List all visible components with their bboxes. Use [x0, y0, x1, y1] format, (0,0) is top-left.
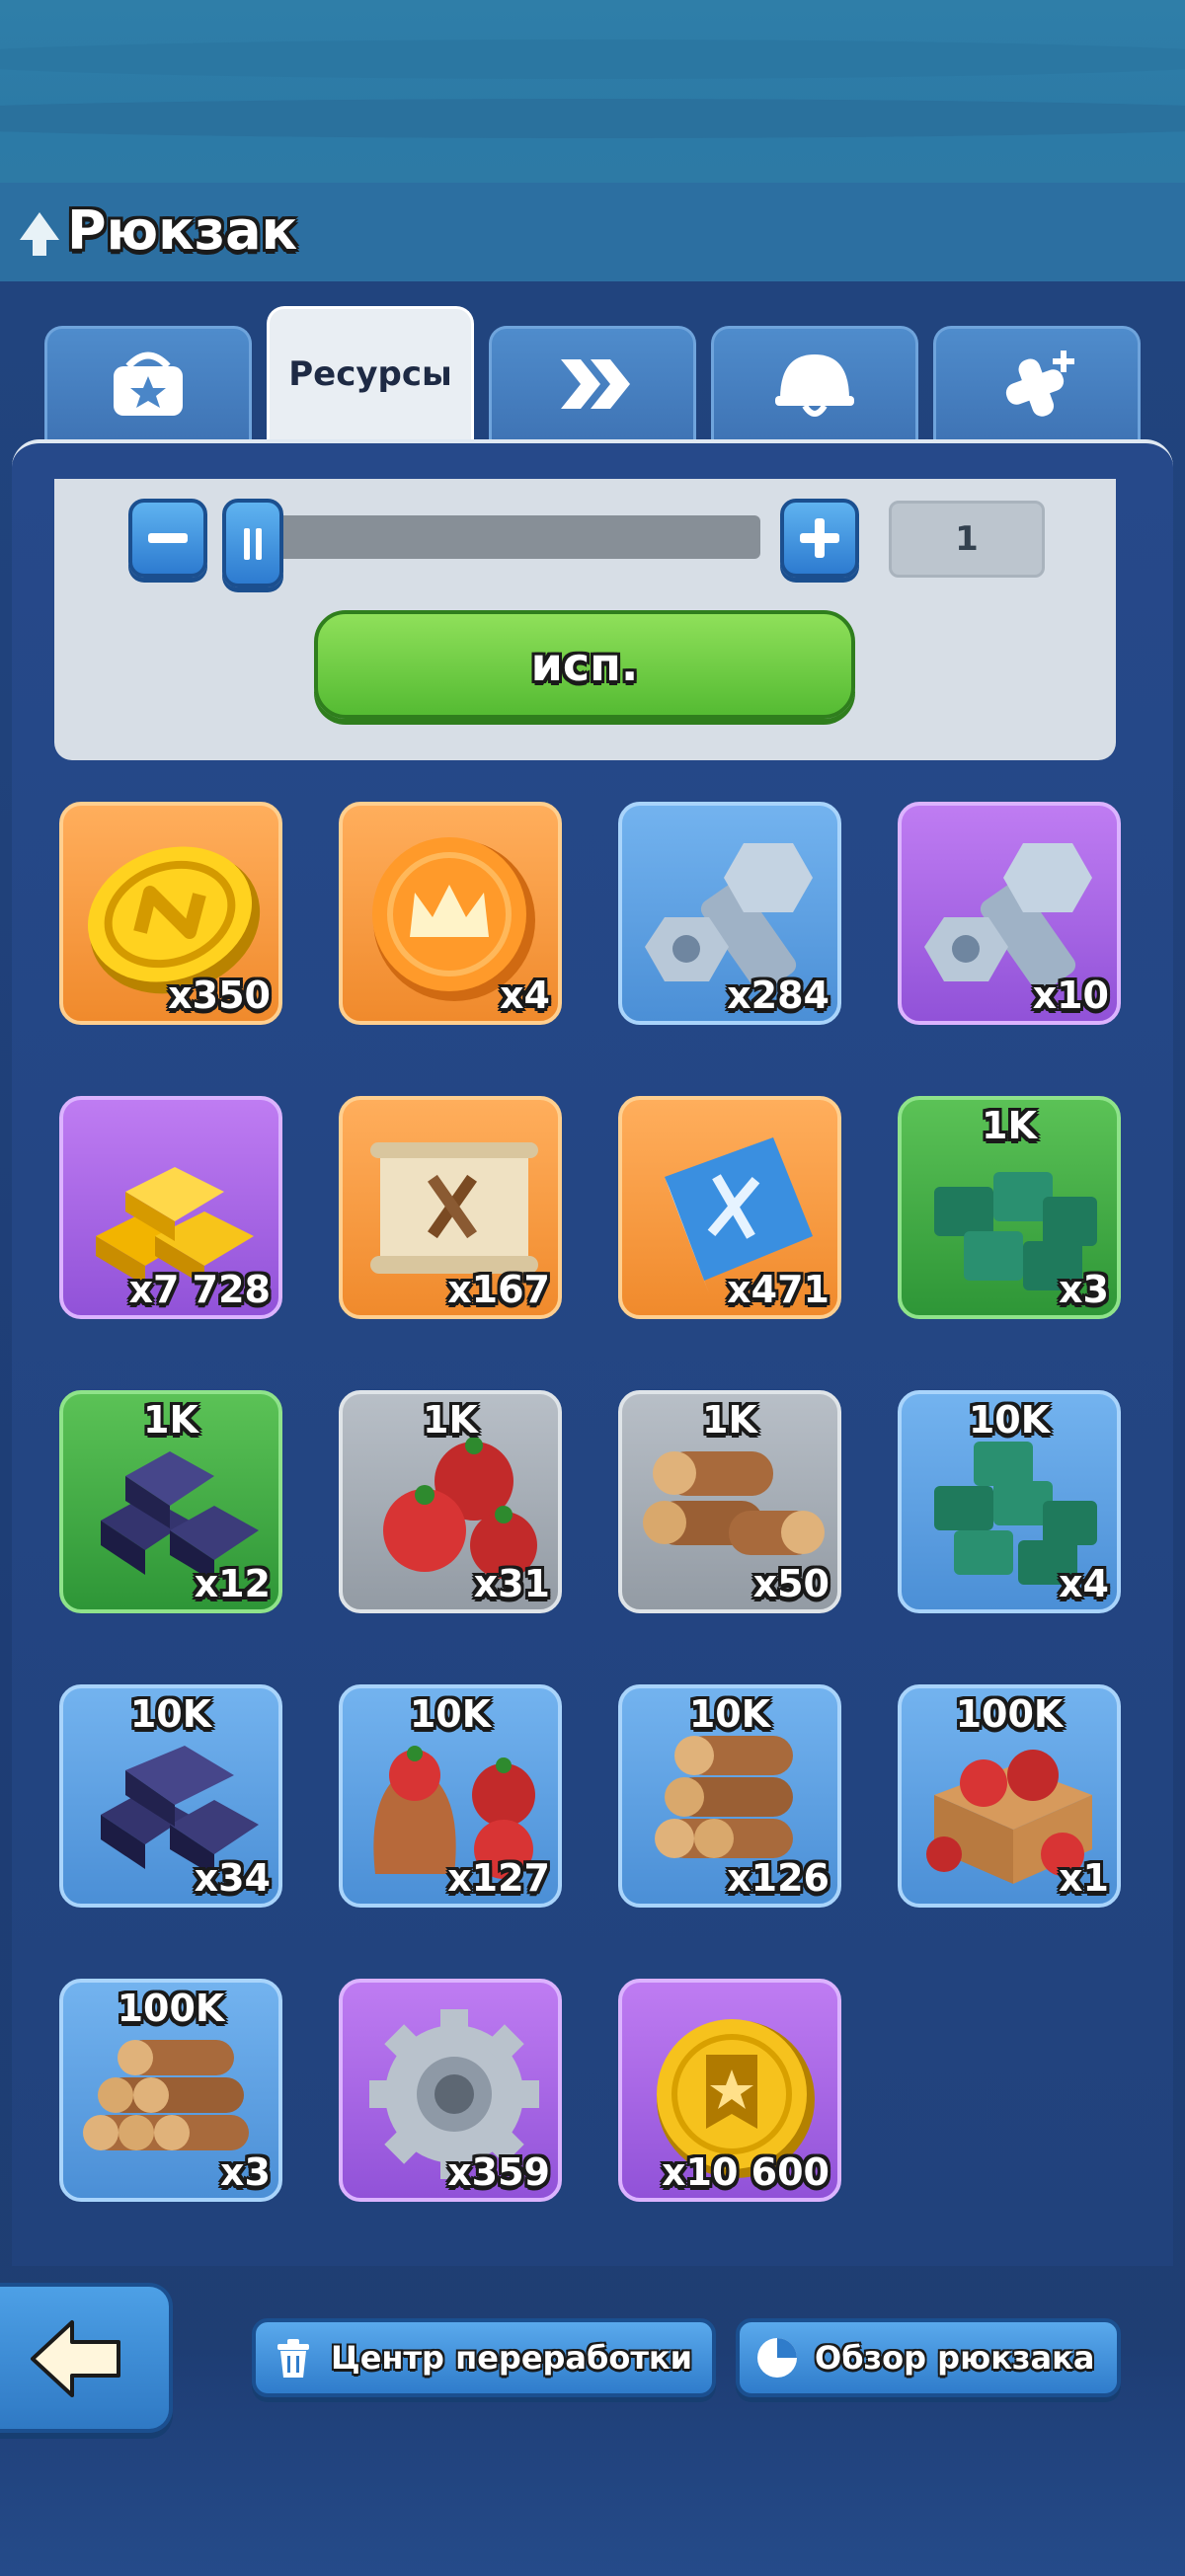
- item-iron-ingots-1k[interactable]: 1K x12: [59, 1390, 282, 1613]
- tab-resources-label: Ресурсы: [288, 354, 452, 394]
- item-tier: 10K: [688, 1692, 771, 1736]
- tab-backpack[interactable]: [44, 326, 252, 439]
- helmet-icon: [775, 354, 854, 417]
- increase-button[interactable]: [780, 499, 859, 578]
- item-count: x350: [168, 974, 271, 1017]
- item-gold-bars[interactable]: x7 728: [59, 1096, 282, 1319]
- item-crown-coin[interactable]: x4: [339, 802, 562, 1025]
- item-count: x50: [752, 1562, 830, 1605]
- item-food-1k[interactable]: 1K x31: [339, 1390, 562, 1613]
- recycle-center-label: Центр переработки: [331, 2339, 693, 2377]
- use-button[interactable]: исп.: [314, 610, 855, 719]
- item-iron-ingots-10k[interactable]: 10K x34: [59, 1684, 282, 1908]
- item-count: x1: [1059, 1856, 1109, 1900]
- back-arrow-icon: [31, 2320, 120, 2397]
- item-count: x10 600: [662, 2150, 830, 2194]
- item-count: x3: [220, 2150, 271, 2194]
- decrease-button[interactable]: [128, 499, 207, 578]
- quantity-slider-thumb[interactable]: [222, 499, 283, 587]
- double-chevron-icon: [561, 359, 630, 409]
- item-tier: 10K: [968, 1398, 1051, 1442]
- item-supply-crates-1k[interactable]: 1K x3: [898, 1096, 1121, 1319]
- item-count: x12: [194, 1562, 271, 1605]
- quantity-value: 1: [955, 519, 979, 559]
- top-sky: [0, 0, 1185, 183]
- item-tier: 1K: [143, 1398, 198, 1442]
- item-wood-10k[interactable]: 10K x126: [618, 1684, 841, 1908]
- item-count: x31: [473, 1562, 550, 1605]
- up-arrow-icon: [20, 212, 59, 256]
- item-count: x3: [1059, 1268, 1109, 1311]
- item-count: x4: [1059, 1562, 1109, 1605]
- item-wood-100k[interactable]: 100K x3: [59, 1979, 282, 2202]
- item-supply-crates-10k[interactable]: 10K x4: [898, 1390, 1121, 1613]
- item-tier: 10K: [129, 1692, 212, 1736]
- item-blueprint-scroll[interactable]: x167: [339, 1096, 562, 1319]
- item-count: x359: [447, 2150, 550, 2194]
- bag-star-icon: [114, 351, 183, 416]
- item-count: x10: [1032, 974, 1109, 1017]
- item-count: x7 728: [128, 1268, 271, 1311]
- item-tier: 10K: [409, 1692, 492, 1736]
- page-title: Рюкзак: [20, 195, 297, 265]
- item-blue-bolt-nut[interactable]: x284: [618, 802, 841, 1025]
- quantity-field[interactable]: 1: [889, 501, 1045, 578]
- bandage-plus-icon: [1005, 351, 1074, 417]
- page-title-text: Рюкзак: [67, 198, 298, 262]
- item-wood-1k[interactable]: 1K x50: [618, 1390, 841, 1613]
- item-food-box-100k[interactable]: 100K x1: [898, 1684, 1121, 1908]
- item-tier: 1K: [702, 1398, 757, 1442]
- item-count: x34: [194, 1856, 271, 1900]
- item-count: x127: [447, 1856, 550, 1900]
- item-skill-book[interactable]: x471: [618, 1096, 841, 1319]
- item-count: x284: [727, 974, 830, 1017]
- item-alliance-coin[interactable]: x350: [59, 802, 282, 1025]
- tab-speedups[interactable]: [489, 326, 696, 439]
- item-tier: 1K: [423, 1398, 478, 1442]
- item-tier: 100K: [117, 1987, 225, 2030]
- quantity-slider-track[interactable]: [259, 515, 760, 559]
- item-count: x471: [727, 1268, 830, 1311]
- item-count: x4: [500, 974, 550, 1017]
- use-button-label: исп.: [530, 638, 639, 691]
- item-tier: 100K: [955, 1692, 1064, 1736]
- item-count: x167: [447, 1268, 550, 1311]
- item-tier: 1K: [982, 1104, 1037, 1147]
- tab-boosts[interactable]: [933, 326, 1141, 439]
- back-button[interactable]: [0, 2283, 173, 2433]
- pie-chart-icon: [757, 2338, 797, 2378]
- tab-equipment[interactable]: [711, 326, 918, 439]
- item-food-sack-10k[interactable]: 10K x127: [339, 1684, 562, 1908]
- backpack-overview-button[interactable]: Обзор рюкзака: [736, 2318, 1121, 2397]
- item-gear[interactable]: x359: [339, 1979, 562, 2202]
- item-medal-coin[interactable]: x10 600: [618, 1979, 841, 2202]
- item-count: x126: [727, 1856, 830, 1900]
- backpack-overview-label: Обзор рюкзака: [815, 2339, 1095, 2377]
- trash-icon: [277, 2339, 309, 2378]
- recycle-center-button[interactable]: Центр переработки: [252, 2318, 716, 2397]
- item-purple-bolt-nut[interactable]: x10: [898, 802, 1121, 1025]
- tab-resources[interactable]: Ресурсы: [267, 306, 474, 439]
